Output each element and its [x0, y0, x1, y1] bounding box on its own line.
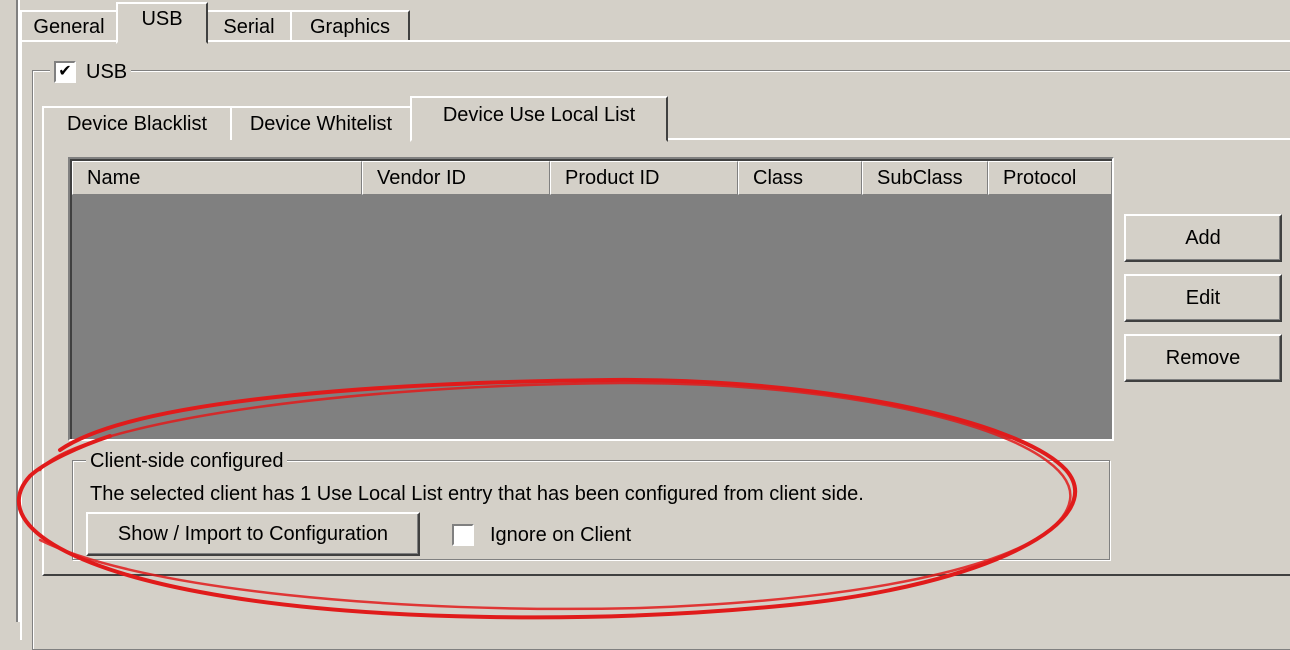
tab-device-use-local-list-label: Device Use Local List	[442, 104, 636, 126]
tab-usb[interactable]: USB	[116, 2, 208, 44]
usb-checkbox-label: USB	[86, 61, 128, 83]
tab-device-use-local-list[interactable]: Device Use Local List	[410, 96, 668, 142]
tab-general-label: General	[33, 16, 105, 38]
tab-usb-label: USB	[141, 8, 183, 30]
checkmark-icon: ✔	[58, 63, 72, 80]
usb-checkbox-box[interactable]: ✔	[54, 61, 76, 83]
tab-general[interactable]: General	[20, 10, 118, 42]
tab-graphics-label: Graphics	[309, 16, 391, 38]
tab-graphics[interactable]: Graphics	[290, 10, 410, 42]
tab-serial[interactable]: Serial	[206, 10, 292, 42]
usb-enable-checkbox[interactable]: ✔ USB	[50, 60, 132, 84]
tab-serial-label: Serial	[223, 16, 275, 38]
